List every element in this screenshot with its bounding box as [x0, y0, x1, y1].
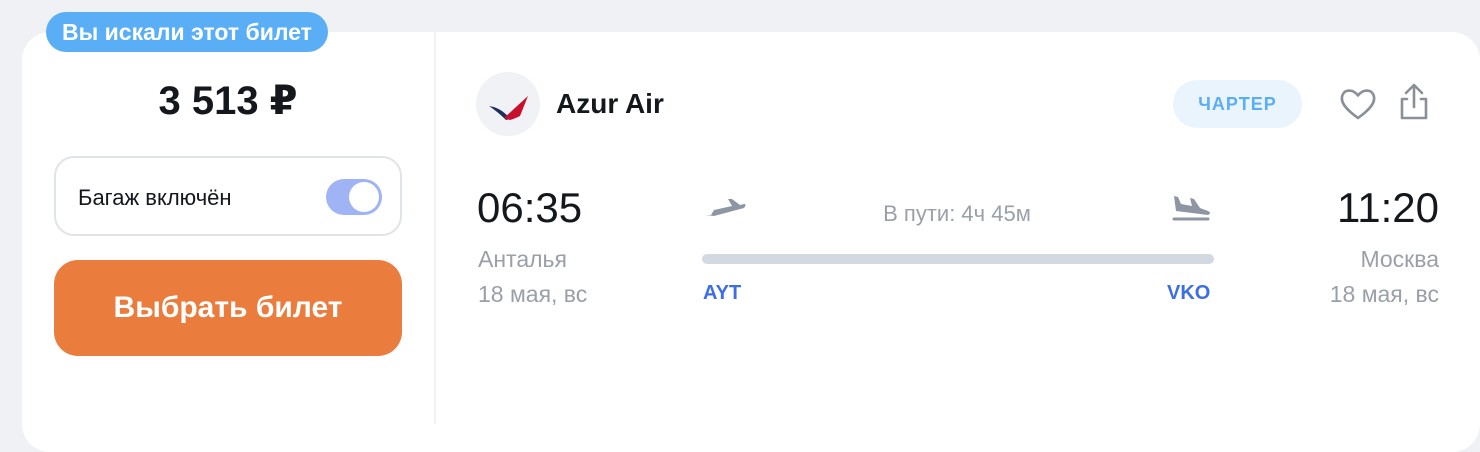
- departure-time: 06:35: [477, 184, 583, 231]
- select-ticket-button[interactable]: Выбрать билет: [54, 260, 402, 356]
- card-divider: [434, 32, 436, 424]
- departure-airport-code[interactable]: AYT: [703, 282, 741, 305]
- ticket-price: 3 513 ₽: [158, 79, 298, 123]
- searched-ticket-badge: Вы искали этот билет: [46, 12, 328, 52]
- baggage-toggle[interactable]: [326, 179, 382, 215]
- arrival-city: Москва: [1360, 246, 1439, 272]
- arrival-time: 11:20: [1337, 184, 1439, 231]
- toggle-knob: [349, 182, 379, 212]
- departure-date: 18 мая, вс: [478, 281, 588, 307]
- baggage-option[interactable]: Багаж включён: [54, 156, 402, 236]
- charter-badge: ЧАРТЕР: [1173, 80, 1302, 128]
- heart-icon[interactable]: [1336, 82, 1380, 126]
- airline-name: Azur Air: [556, 88, 664, 119]
- baggage-label: Багаж включён: [78, 185, 232, 210]
- arrival-airport-code[interactable]: VKO: [1167, 282, 1210, 305]
- route-line: [702, 254, 1214, 264]
- takeoff-icon: [702, 195, 746, 225]
- share-icon[interactable]: [1392, 80, 1436, 124]
- landing-icon: [1168, 194, 1212, 224]
- departure-city: Анталья: [478, 246, 567, 272]
- flight-duration: В пути: 4ч 45м: [883, 201, 1031, 226]
- arrival-date: 18 мая, вс: [1329, 281, 1439, 307]
- airline-logo: [476, 72, 540, 136]
